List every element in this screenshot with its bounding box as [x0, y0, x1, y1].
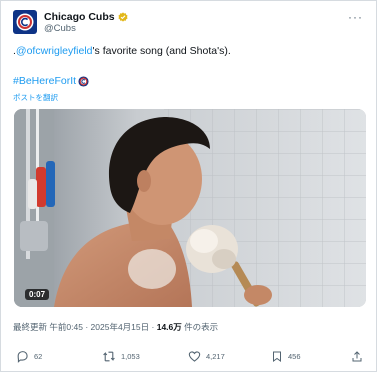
hashtag-link[interactable]: #BeHereForIt — [13, 75, 76, 87]
account-name-line[interactable]: Chicago Cubs — [44, 11, 128, 23]
bookmark-button[interactable]: 456 — [271, 350, 301, 363]
views-label: 件の表示 — [184, 322, 219, 332]
video-player[interactable]: 0:07 — [14, 109, 366, 307]
post-text-rest: 's favorite song (and Shota's). — [92, 45, 231, 57]
account-name[interactable]: Chicago Cubs — [44, 11, 115, 23]
repost-icon — [103, 351, 115, 362]
post-text: .@ofcwrigleyfield's favorite song (and S… — [13, 45, 231, 57]
video-frame-shower-scene — [14, 109, 366, 307]
heart-icon — [188, 351, 201, 362]
like-button[interactable]: 4,217 — [188, 350, 225, 363]
hashtag-line: #BeHereForIt — [13, 75, 89, 87]
avatar[interactable] — [13, 10, 37, 34]
share-button[interactable] — [351, 350, 363, 363]
updated-label: 最終更新 — [13, 322, 48, 332]
mention-link[interactable]: @ofcwrigleyfield — [16, 45, 93, 57]
repost-button[interactable]: 1,053 — [102, 350, 140, 363]
post-time[interactable]: 午前0:45 — [49, 322, 83, 332]
post-date[interactable]: 2025年4月15日 — [91, 322, 150, 332]
post-meta: 最終更新 午前0:45 · 2025年4月15日 · 14.6万 件の表示 — [13, 321, 218, 333]
reply-button[interactable]: 62 — [16, 350, 42, 363]
cubs-logo-icon — [16, 13, 34, 31]
video-duration-badge: 0:07 — [25, 289, 50, 300]
meta-separator-2: · — [151, 322, 155, 332]
more-options-icon[interactable]: ··· — [348, 10, 363, 24]
cubs-hashflag-icon — [78, 75, 89, 87]
reply-count: 62 — [34, 352, 43, 361]
post-header: Chicago Cubs @Cubs ··· — [13, 10, 363, 36]
translate-post-link[interactable]: ポストを翻訳 — [13, 92, 58, 103]
reply-icon — [17, 351, 28, 363]
share-icon — [352, 351, 362, 362]
post-card: Chicago Cubs @Cubs ··· .@ofcwrigleyfield… — [0, 0, 377, 372]
account-handle[interactable]: @Cubs — [44, 23, 76, 34]
verified-badge-icon — [117, 12, 128, 22]
bookmark-icon — [273, 351, 281, 362]
action-bar: 62 1,053 4,217 456 — [16, 350, 366, 364]
meta-separator: · — [85, 322, 89, 332]
bookmark-count: 456 — [288, 352, 301, 361]
views-count[interactable]: 14.6万 — [157, 322, 182, 332]
repost-count: 1,053 — [121, 352, 140, 361]
like-count: 4,217 — [206, 352, 225, 361]
